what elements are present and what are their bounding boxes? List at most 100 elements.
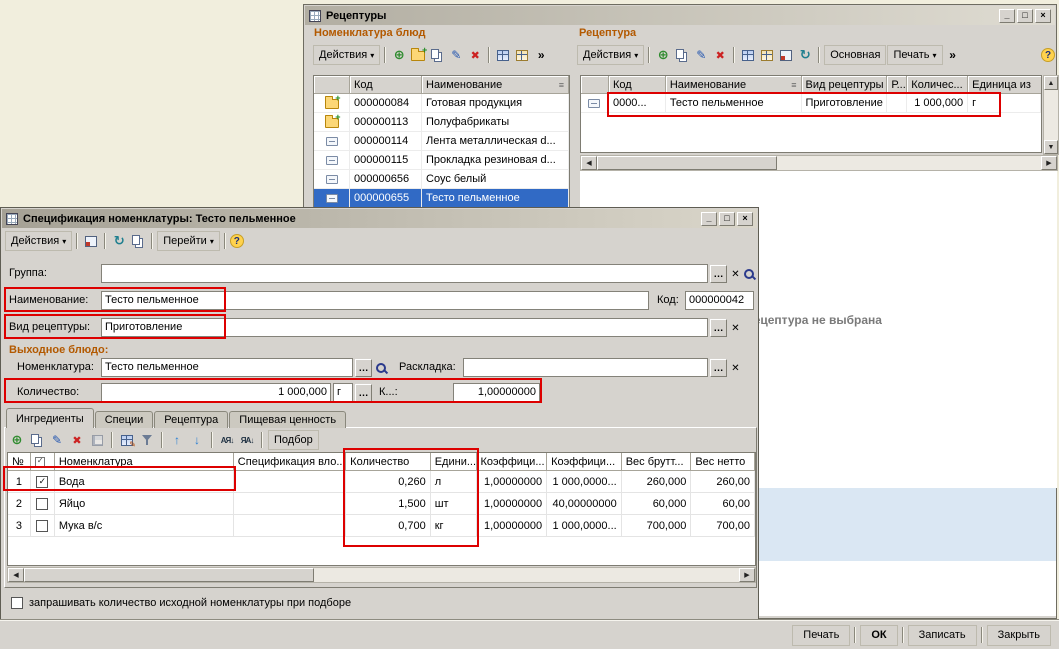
column-header-code[interactable]: Код bbox=[609, 76, 666, 94]
row-checkbox[interactable] bbox=[36, 498, 48, 510]
column-header-4[interactable]: Количество bbox=[346, 453, 431, 471]
save-button[interactable]: Записать bbox=[908, 625, 977, 646]
move-down-icon[interactable] bbox=[188, 431, 206, 449]
minimize-button[interactable]: _ bbox=[999, 9, 1015, 23]
quantity-field[interactable]: 1 000,000 bbox=[101, 383, 331, 402]
actions-button[interactable]: Действия bbox=[313, 45, 380, 65]
tab-3[interactable]: Пищевая ценность bbox=[229, 411, 346, 428]
toolbar-overflow-icon[interactable] bbox=[532, 46, 550, 64]
group-field[interactable] bbox=[101, 264, 708, 283]
ingredient-row[interactable]: 2Яйцо1,500шт1,0000000040,0000000060,0006… bbox=[8, 493, 755, 515]
minimize-button[interactable]: _ bbox=[701, 212, 717, 226]
table-row[interactable]: 000000115Прокладка резиновая d... bbox=[314, 151, 569, 170]
column-header-7[interactable]: Коэффици... bbox=[547, 453, 622, 471]
tab-1[interactable]: Специи bbox=[95, 411, 154, 428]
column-header-icon[interactable] bbox=[581, 76, 609, 94]
edit-icon[interactable] bbox=[447, 46, 465, 64]
delete-icon[interactable] bbox=[711, 46, 729, 64]
scroll-down-icon[interactable]: ▼ bbox=[1044, 140, 1058, 154]
coefficient-field[interactable]: 1,00000000 bbox=[453, 383, 540, 402]
ingredient-row[interactable]: 3Мука в/с0,700кг1,000000001 000,0000...7… bbox=[8, 515, 755, 537]
quantity-unit-field[interactable]: г bbox=[333, 383, 353, 402]
column-header-5[interactable]: Едини... bbox=[431, 453, 477, 471]
table-row[interactable]: 000000114Лента металлическая d... bbox=[314, 132, 569, 151]
edit-icon[interactable] bbox=[692, 46, 710, 64]
column-header-3[interactable]: Спецификация вло... bbox=[234, 453, 346, 471]
tab-2[interactable]: Рецептура bbox=[154, 411, 228, 428]
column-header-name[interactable]: Наименование bbox=[422, 76, 569, 94]
group-open-button[interactable] bbox=[741, 265, 758, 283]
column-header-name[interactable]: Наименование bbox=[666, 76, 802, 94]
row-checkbox[interactable] bbox=[36, 520, 48, 532]
edit-row-icon[interactable] bbox=[48, 431, 66, 449]
close-button[interactable]: × bbox=[737, 212, 753, 226]
list-view-icon[interactable] bbox=[494, 46, 512, 64]
row-checkbox[interactable] bbox=[36, 476, 48, 488]
column-header-0[interactable]: № bbox=[8, 453, 31, 471]
reread-icon[interactable] bbox=[110, 232, 128, 250]
copy-row-icon[interactable] bbox=[28, 431, 46, 449]
ok-button[interactable]: ОК bbox=[860, 625, 897, 646]
scrollbar-thumb[interactable] bbox=[24, 568, 314, 582]
layout-select-button[interactable] bbox=[710, 359, 727, 377]
column-header-8[interactable]: Вес брутт... bbox=[622, 453, 692, 471]
ingredients-hscrollbar[interactable]: ◀ ▶ bbox=[7, 567, 756, 583]
layout-clear-button[interactable] bbox=[727, 359, 744, 377]
column-header-unit[interactable]: Единица из bbox=[968, 76, 1041, 94]
filter-icon[interactable] bbox=[138, 431, 156, 449]
recipe-type-field[interactable]: Приготовление bbox=[101, 318, 708, 337]
close-button[interactable]: Закрыть bbox=[987, 625, 1051, 646]
filter-settings-icon[interactable] bbox=[118, 431, 136, 449]
recipe-type-clear-button[interactable] bbox=[727, 319, 744, 337]
column-header-9[interactable]: Вес нетто bbox=[691, 453, 755, 471]
move-up-icon[interactable] bbox=[168, 431, 186, 449]
column-header-recipe-type[interactable]: Вид рецептуры bbox=[802, 76, 888, 94]
refresh-icon[interactable] bbox=[796, 46, 814, 64]
prompt-checkbox[interactable] bbox=[11, 597, 23, 609]
name-field[interactable]: Тесто пельменное bbox=[101, 291, 649, 310]
help-icon[interactable] bbox=[230, 234, 244, 248]
table-row[interactable]: 000000655Тесто пельменное bbox=[314, 189, 569, 208]
actions-button[interactable]: Действия bbox=[5, 231, 72, 251]
ingredient-row[interactable]: 1Вода0,260л1,000000001 000,0000...260,00… bbox=[8, 471, 755, 493]
show-in-list-icon[interactable] bbox=[82, 232, 100, 250]
add-group-icon[interactable] bbox=[409, 46, 427, 64]
add-icon[interactable] bbox=[390, 46, 408, 64]
spec-dialog-titlebar[interactable]: Спецификация номенклатуры: Тесто пельмен… bbox=[2, 209, 757, 228]
delete-icon[interactable] bbox=[466, 46, 484, 64]
copy-icon[interactable] bbox=[129, 232, 147, 250]
table-row[interactable]: 000000656Соус белый bbox=[314, 170, 569, 189]
layout-field[interactable] bbox=[463, 358, 708, 377]
tab-0[interactable]: Ингредиенты bbox=[6, 408, 94, 428]
code-field[interactable]: 000000042 bbox=[685, 291, 754, 310]
recipe-table-hscrollbar[interactable]: ◀ ▶ bbox=[580, 155, 1058, 171]
column-header-1[interactable] bbox=[31, 453, 55, 471]
scroll-left-icon[interactable]: ◀ bbox=[8, 568, 24, 582]
table-row[interactable]: 0000...Тесто пельменноеПриготовление1 00… bbox=[581, 94, 1041, 113]
hierarchy-view-icon[interactable] bbox=[513, 46, 531, 64]
scroll-right-icon[interactable]: ▶ bbox=[739, 568, 755, 582]
maximize-button[interactable]: □ bbox=[1017, 9, 1033, 23]
toolbar-overflow-icon[interactable] bbox=[944, 46, 962, 64]
print-button[interactable]: Печать bbox=[887, 45, 942, 65]
column-header-2[interactable]: Номенклатура bbox=[55, 453, 234, 471]
actions-button[interactable]: Действия bbox=[577, 45, 644, 65]
close-button[interactable]: × bbox=[1035, 9, 1051, 23]
sort-asc-icon[interactable] bbox=[218, 431, 236, 449]
table-row[interactable]: 000000084Готовая продукция bbox=[314, 94, 569, 113]
column-header-quantity[interactable]: Количес... bbox=[907, 76, 968, 94]
column-header-r[interactable]: Р... bbox=[887, 76, 907, 94]
copy-icon[interactable] bbox=[673, 46, 691, 64]
delete-row-icon[interactable] bbox=[68, 431, 86, 449]
sort-desc-icon[interactable] bbox=[238, 431, 256, 449]
nomenclature-field[interactable]: Тесто пельменное bbox=[101, 358, 353, 377]
table-row[interactable]: 000000113Полуфабрикаты bbox=[314, 113, 569, 132]
group-select-button[interactable] bbox=[710, 265, 727, 283]
print-button[interactable]: Печать bbox=[792, 625, 850, 646]
scroll-left-icon[interactable]: ◀ bbox=[581, 156, 597, 170]
recipe-table-vscrollbar[interactable]: ▲ ▼ bbox=[1043, 75, 1059, 155]
scroll-up-icon[interactable]: ▲ bbox=[1044, 76, 1058, 90]
nomenclature-open-button[interactable] bbox=[373, 359, 390, 377]
main-form-button[interactable]: Основная bbox=[824, 45, 886, 65]
hierarchy-view-icon[interactable] bbox=[758, 46, 776, 64]
